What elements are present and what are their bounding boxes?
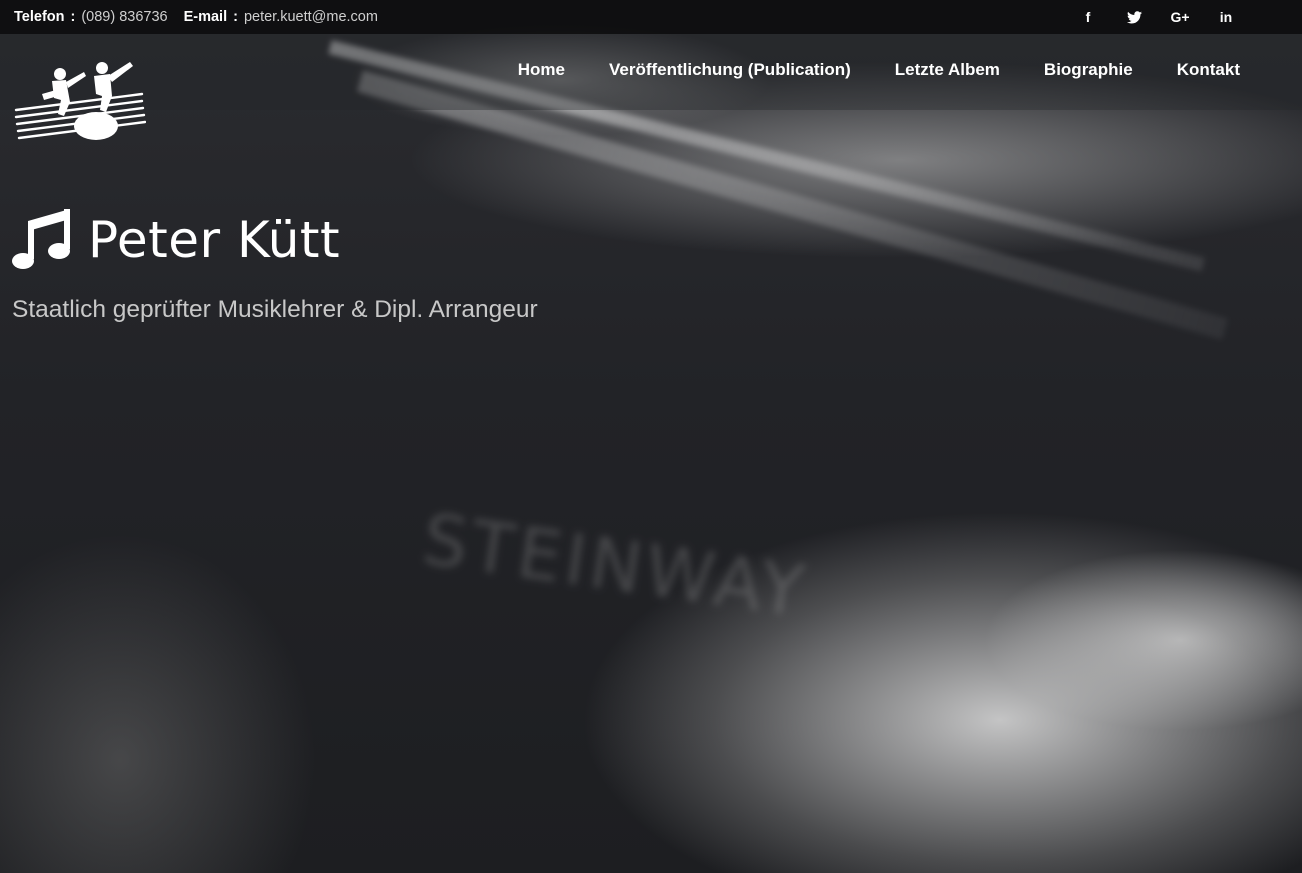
phone-number[interactable]: (089) 836736 bbox=[81, 9, 167, 25]
linkedin-icon[interactable]: in bbox=[1218, 9, 1234, 25]
page-subtitle: Staatlich geprüfter Musiklehrer & Dipl. … bbox=[12, 296, 538, 323]
main-nav: Home Veröffentlichung (Publication) Letz… bbox=[518, 60, 1240, 80]
facebook-icon[interactable]: f bbox=[1080, 9, 1096, 25]
music-note-icon bbox=[12, 209, 70, 269]
page-title: Peter Kütt bbox=[88, 211, 341, 269]
music-logo-icon[interactable] bbox=[12, 54, 146, 144]
nav-recent-albums[interactable]: Letzte Albem bbox=[895, 60, 1000, 80]
google-plus-icon[interactable]: G+ bbox=[1170, 9, 1189, 25]
email-address[interactable]: peter.kuett@me.com bbox=[244, 9, 378, 25]
nav-publication[interactable]: Veröffentlichung (Publication) bbox=[609, 60, 851, 80]
email-label: E-mail bbox=[183, 9, 228, 25]
twitter-icon[interactable] bbox=[1126, 10, 1142, 24]
social-links: f G+ in bbox=[1080, 9, 1288, 25]
hero-title-group: Peter Kütt bbox=[12, 207, 340, 273]
nav-contact[interactable]: Kontakt bbox=[1177, 60, 1240, 80]
phone-label: Telefon bbox=[14, 9, 65, 25]
nav-biography[interactable]: Biographie bbox=[1044, 60, 1133, 80]
nav-home[interactable]: Home bbox=[518, 60, 565, 80]
contact-info: Telefon: (089) 836736 E-mail: peter.kuet… bbox=[14, 9, 378, 25]
top-contact-bar: Telefon: (089) 836736 E-mail: peter.kuet… bbox=[0, 0, 1302, 34]
